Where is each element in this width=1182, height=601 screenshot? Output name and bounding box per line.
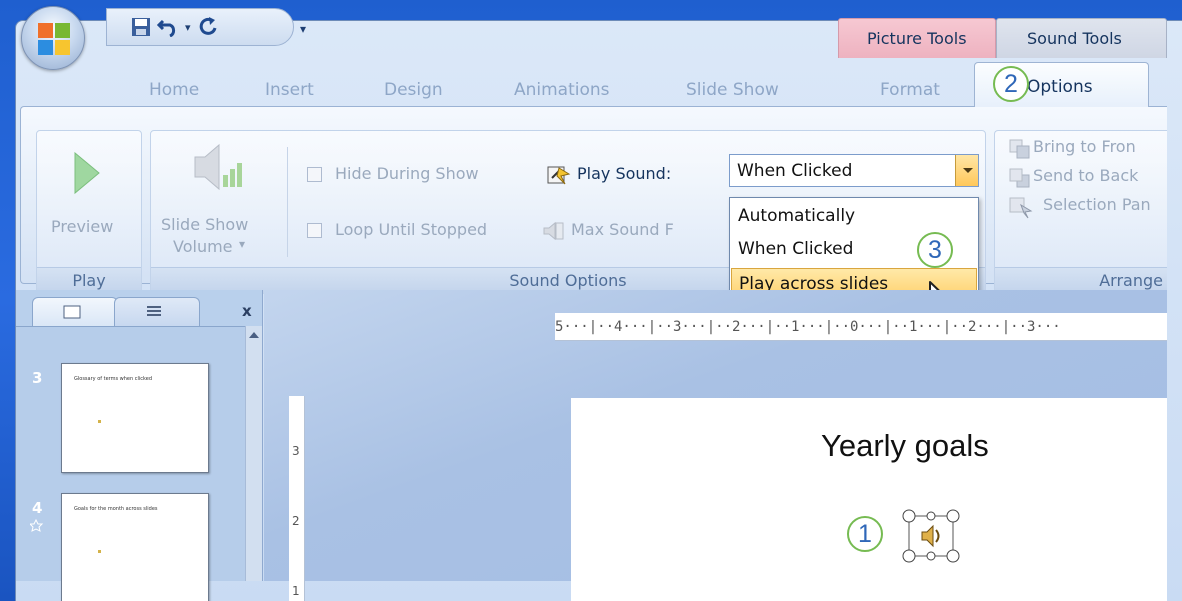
slides-pane: x 3 Glossary of terms when clicked 4 Goa… [16,290,263,601]
play-group: Preview Play [36,130,142,294]
slide-show-volume-line2[interactable]: Volume [173,237,233,256]
tab-animations[interactable]: Animations [514,80,610,100]
callout-3: 3 [917,232,953,268]
slide-thumbnail-4[interactable]: Goals for the month across slides [61,493,209,601]
tab-slide-show[interactable]: Slide Show [686,80,779,100]
selection-pane-icon [1009,197,1033,219]
outline-tab[interactable] [114,297,200,327]
send-to-back-button[interactable]: Send to Back [1033,166,1138,185]
group-divider [287,147,288,257]
max-sound-icon [543,221,564,241]
slide-show-volume-line1[interactable]: Slide Show [161,215,248,234]
slide-thumbnail-3[interactable]: Glossary of terms when clicked [61,363,209,473]
play-sound-icon [547,166,571,185]
slides-tab-icon [63,305,81,319]
vertical-ruler: 3 2 1 [289,396,305,601]
slides-tab[interactable] [32,297,118,327]
horizontal-ruler: 5···|··4···|··3···|··2···|··1···|··0···|… [555,313,1167,341]
office-logo-icon [38,23,70,55]
tab-home[interactable]: Home [149,80,199,100]
callout-2: 2 [993,66,1029,102]
thumbnail-text-3: Glossary of terms when clicked [74,376,153,382]
max-sound-label[interactable]: Max Sound F [571,220,674,239]
loop-until-stopped-checkbox[interactable] [307,223,322,238]
slide-title[interactable]: Yearly goals [821,428,989,464]
sound-tools-label: Sound Tools [1027,29,1122,48]
volume-arrow-icon: ▾ [239,237,246,251]
arrange-group: Bring to Fron Send to Back Selection Pan… [994,130,1167,294]
speaker-volume-icon [194,143,242,191]
slide-thumbnail-list: 3 Glossary of terms when clicked 4 Goals… [16,326,246,601]
preview-button[interactable]: Preview [51,217,113,236]
tab-insert[interactable]: Insert [265,80,314,100]
hide-during-show-checkbox[interactable] [307,167,322,182]
redo-icon[interactable] [197,15,217,39]
vruler-2: 2 [292,514,300,528]
customize-qat-icon[interactable]: ▾ [300,22,306,36]
bring-to-front-icon [1009,139,1030,159]
combo-dropdown-icon[interactable] [955,155,978,186]
thumbnail-text-4: Goals for the month across slides [74,506,158,512]
slide-number-4: 4 [32,499,43,517]
animation-star-icon [30,519,44,532]
quick-access-toolbar: ▾ [106,8,294,46]
sound-object-icon[interactable] [901,508,961,564]
tab-format[interactable]: Format [880,80,940,100]
slides-pane-scrollbar[interactable] [245,326,262,581]
callout-1: 1 [847,516,883,552]
scroll-up-icon[interactable] [249,332,259,338]
preview-icon [74,151,100,195]
hide-during-show-label: Hide During Show [335,164,479,183]
close-pane-icon[interactable]: x [242,302,252,320]
bring-to-front-button[interactable]: Bring to Fron [1033,137,1136,156]
option-automatically[interactable]: Automatically [731,201,977,231]
vruler-1: 1 [292,584,300,598]
outline-tab-icon [147,306,161,316]
play-sound-label: Play Sound: [577,164,672,183]
picture-tools-header: Picture Tools [838,18,996,58]
sound-tools-header: Sound Tools [996,18,1167,58]
play-sound-value: When Clicked [737,161,853,181]
office-button[interactable] [21,6,85,70]
selection-pane-button[interactable]: Selection Pan [1043,195,1151,214]
vruler-3: 3 [292,444,300,458]
thumbnail-sound-mark [98,420,101,423]
play-sound-combobox[interactable]: When Clicked [729,154,979,187]
undo-dropdown-icon[interactable]: ▾ [185,15,191,39]
loop-until-stopped-label: Loop Until Stopped [335,220,488,239]
undo-icon[interactable] [157,15,179,39]
thumbnail-sound-mark [98,550,101,553]
send-to-back-icon [1009,168,1030,188]
tab-options-label: Options [1027,77,1093,97]
tab-design[interactable]: Design [384,80,443,100]
slide-number-3: 3 [32,369,43,387]
save-icon[interactable] [131,15,151,39]
picture-tools-label: Picture Tools [867,29,967,48]
slide-canvas[interactable]: Yearly goals [571,398,1167,601]
